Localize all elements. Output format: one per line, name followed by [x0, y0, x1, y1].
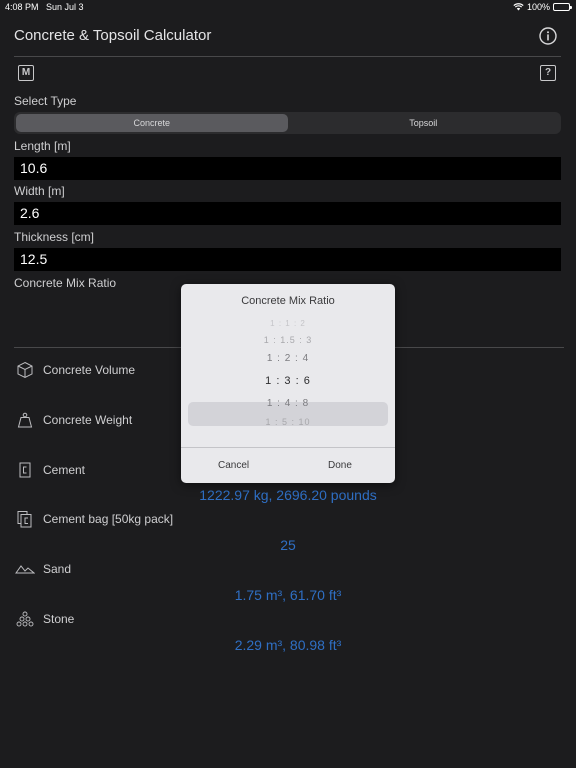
result-label: Stone — [43, 612, 75, 626]
info-circle-icon — [539, 27, 557, 45]
info-button[interactable] — [538, 26, 558, 46]
mix-ratio-label[interactable]: Concrete Mix Ratio — [14, 276, 116, 290]
thickness-input[interactable]: 12.5 — [14, 248, 561, 271]
segment-topsoil[interactable]: Topsoil — [288, 114, 560, 132]
cancel-button[interactable]: Cancel — [218, 460, 249, 471]
result-label: Cement bag [50kg pack] — [43, 512, 174, 526]
picker-option[interactable]: 1 : 4 : 8 — [188, 398, 388, 409]
type-segmented-control: Concrete Topsoil — [14, 112, 561, 134]
result-label: Cement — [43, 463, 86, 477]
battery-icon — [553, 3, 572, 11]
length-label: Length [m] — [14, 139, 71, 153]
mix-ratio-picker-dialog: Concrete Mix Ratio 1 : 1 : 2 1 : 1.5 : 3… — [181, 284, 395, 483]
result-value-cement: 1222.97 kg, 2696.20 pounds — [199, 487, 377, 503]
result-sand: Sand — [14, 558, 71, 580]
weight-icon — [14, 409, 36, 431]
m-button[interactable]: M — [18, 65, 34, 81]
result-label: Concrete Volume — [43, 363, 136, 377]
status-date: Sun Jul 3 — [46, 2, 84, 12]
result-cement: Cement — [14, 459, 85, 481]
picker-option[interactable]: 1 : 1.5 : 3 — [188, 335, 388, 345]
cement-bag-icon — [14, 508, 36, 530]
picker-option[interactable]: 1 : 2 : 4 — [188, 353, 388, 364]
cube-icon — [14, 359, 36, 381]
help-button[interactable]: ? — [540, 65, 556, 81]
dialog-divider — [181, 447, 395, 448]
result-value-cement-bag: 25 — [280, 537, 296, 553]
result-stone: Stone — [14, 608, 74, 630]
result-label: Concrete Weight — [43, 413, 133, 427]
dialog-title: Concrete Mix Ratio — [241, 295, 335, 307]
result-value-sand: 1.75 m³, 61.70 ft³ — [234, 587, 342, 603]
thickness-label: Thickness [cm] — [14, 230, 95, 244]
picker-option-selected[interactable]: 1 : 3 : 6 — [188, 375, 388, 387]
stone-icon — [14, 608, 36, 630]
select-type-label: Select Type — [14, 94, 77, 108]
wifi-icon — [513, 3, 524, 11]
width-input[interactable]: 2.6 — [14, 202, 561, 225]
battery-percent: 100% — [526, 2, 550, 12]
length-input[interactable]: 10.6 — [14, 157, 561, 180]
sand-icon — [14, 558, 36, 580]
done-button[interactable]: Done — [328, 460, 352, 471]
status-right: 100% — [513, 2, 572, 12]
picker-option[interactable]: 1 : 5 : 10 — [188, 417, 388, 427]
status-time: 4:08 PM — [5, 2, 39, 12]
page-title: Concrete & Topsoil Calculator — [14, 27, 212, 44]
result-value-stone: 2.29 m³, 80.98 ft³ — [234, 637, 342, 653]
result-concrete-volume: Concrete Volume — [14, 359, 135, 381]
result-label: Sand — [43, 562, 72, 576]
width-label: Width [m] — [14, 184, 65, 198]
result-concrete-weight: Concrete Weight — [14, 409, 132, 431]
result-cement-bag: Cement bag [50kg pack] — [14, 508, 173, 530]
header-divider — [14, 56, 561, 57]
picker-option[interactable]: 1 : 1 : 2 — [188, 319, 388, 327]
mix-ratio-picker[interactable]: 1 : 1 : 2 1 : 1.5 : 3 1 : 2 : 4 1 : 3 : … — [188, 318, 388, 431]
cement-icon — [14, 459, 36, 481]
segment-concrete[interactable]: Concrete — [16, 114, 288, 132]
status-bar: 4:08 PM Sun Jul 3 100% — [0, 0, 576, 14]
